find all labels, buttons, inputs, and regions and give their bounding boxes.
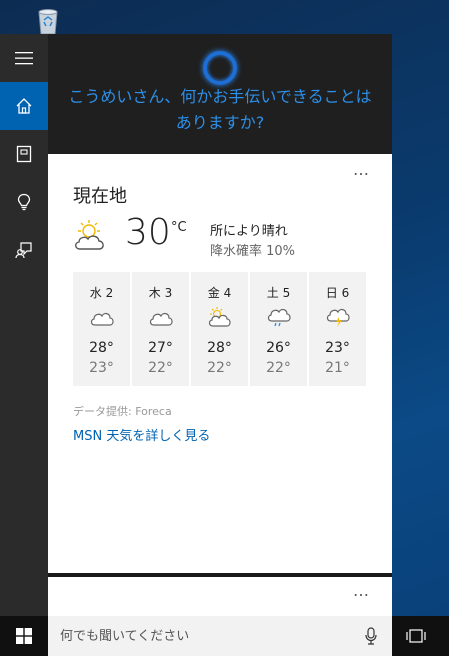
cortana-header: こうめいさん、何かお手伝いできることはありますか? (48, 34, 392, 154)
forecast-day-name: 木 3 (148, 286, 173, 300)
secondary-card-more-button[interactable]: … (353, 581, 371, 600)
forecast-day-name: 金 4 (207, 286, 232, 300)
cortana-circle-icon (203, 51, 237, 85)
search-input[interactable] (60, 626, 350, 646)
home-button[interactable] (0, 82, 48, 130)
forecast-high: 26° (266, 340, 291, 356)
temperature-unit: °C (171, 220, 187, 235)
hamburger-menu-icon (15, 52, 33, 65)
tips-button[interactable] (0, 178, 48, 226)
forecast-day-name: 水 2 (89, 286, 114, 300)
forecast-low: 21° (325, 360, 350, 376)
forecast-day[interactable]: 水 2 28° 23° (73, 272, 130, 386)
cortana-greeting: こうめいさん、何かお手伝いできることはありますか? (68, 87, 372, 132)
forecast-day[interactable]: 金 4 28° 22° (191, 272, 248, 386)
msn-weather-link[interactable]: MSN 天気を詳しく見る (73, 425, 210, 444)
hamburger-menu-button[interactable] (0, 34, 48, 82)
notebook-icon (16, 145, 32, 163)
precipitation-chance: 降水確率 10% (210, 244, 296, 259)
forecast-high: 28° (89, 340, 114, 356)
recycle-bin-icon[interactable] (33, 6, 63, 36)
weather-location: 現在地 (73, 186, 127, 207)
feedback-button[interactable] (0, 226, 48, 274)
forecast-day-name: 日 6 (325, 286, 350, 300)
forecast-day[interactable]: 日 6 23° 21° (309, 272, 366, 386)
microphone-icon[interactable] (364, 627, 378, 645)
sun-cloud-icon (208, 307, 231, 327)
feedback-icon (15, 242, 32, 259)
task-view-icon (406, 629, 426, 643)
home-icon (16, 98, 32, 114)
forecast-low: 22° (148, 360, 173, 376)
secondary-card: … (48, 577, 392, 616)
forecast-day[interactable]: 木 3 27° 22° (132, 272, 189, 386)
windows-logo-icon (16, 628, 32, 644)
taskbar (0, 616, 449, 656)
forecast-day[interactable]: 土 5 26° 22° (250, 272, 307, 386)
weather-condition: 所により晴れ (210, 224, 288, 239)
forecast-low: 22° (207, 360, 232, 376)
forecast-low: 23° (89, 360, 114, 376)
forecast-high: 27° (148, 340, 173, 356)
cortana-panel: こうめいさん、何かお手伝いできることはありますか? … 現在地 30 °C 所に… (48, 34, 392, 616)
forecast-low: 22° (266, 360, 291, 376)
sun-cloud-icon (75, 220, 104, 250)
data-source-label: データ提供: Foreca (73, 405, 172, 418)
cloud-icon (149, 312, 173, 326)
current-temperature: 30 (125, 212, 171, 253)
start-button[interactable] (0, 616, 48, 656)
notebook-button[interactable] (0, 130, 48, 178)
cloud-icon (90, 312, 114, 326)
weather-card-more-button[interactable]: … (353, 160, 371, 179)
weather-card: … 現在地 30 °C 所により晴れ 降水確率 10% 水 2 28° 23° … (48, 154, 392, 573)
lightbulb-icon (17, 193, 31, 211)
task-view-button[interactable] (400, 624, 432, 648)
forecast-high: 28° (207, 340, 232, 356)
cortana-nav-rail (0, 34, 48, 616)
rain-cloud-icon (267, 308, 291, 327)
forecast-high: 23° (325, 340, 350, 356)
forecast-list: 水 2 28° 23° 木 3 27° 22° 金 4 28° 22° 土 5 … (73, 272, 367, 386)
cortana-search-box[interactable] (48, 616, 392, 656)
thunder-cloud-icon (326, 308, 350, 327)
forecast-day-name: 土 5 (266, 286, 291, 300)
